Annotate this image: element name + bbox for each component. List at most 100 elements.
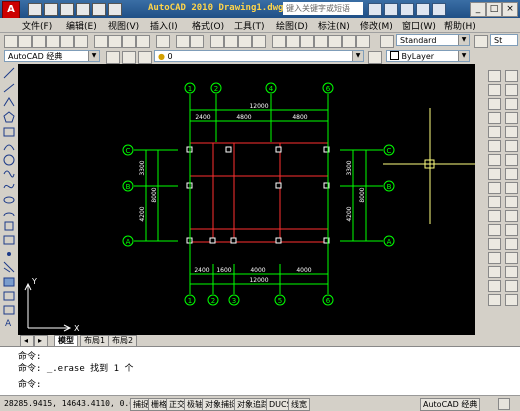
menu-tools[interactable]: 工具(T) bbox=[234, 19, 265, 32]
draw-order-icon[interactable] bbox=[505, 70, 518, 82]
layer-select[interactable]: ● 0 ▼ bbox=[154, 50, 364, 62]
snap-tangent-icon[interactable] bbox=[505, 154, 518, 166]
break-at-point-icon[interactable] bbox=[488, 224, 501, 236]
showmotion-icon[interactable] bbox=[505, 294, 518, 306]
close-icon[interactable]: × bbox=[502, 2, 518, 17]
snap-quadrant-icon[interactable] bbox=[505, 140, 518, 152]
preview-icon[interactable] bbox=[60, 35, 74, 48]
menu-insert[interactable]: 插入(I) bbox=[150, 19, 178, 32]
trim-icon[interactable] bbox=[488, 196, 501, 208]
sheet-set-icon[interactable] bbox=[314, 35, 328, 48]
zoom-previous-icon[interactable] bbox=[252, 35, 266, 48]
command-input[interactable]: 命令: bbox=[18, 377, 41, 390]
command-window[interactable]: 命令: 命令: _.erase 找到 1 个 命令: bbox=[0, 346, 520, 395]
layer-properties-icon[interactable] bbox=[122, 51, 136, 64]
communication-icon[interactable] bbox=[400, 3, 414, 16]
copy-object-icon[interactable] bbox=[488, 84, 501, 96]
menu-help[interactable]: 帮助(H) bbox=[444, 19, 476, 32]
workspace-select[interactable]: AutoCAD 经典 ▼ bbox=[4, 50, 100, 62]
paste-icon[interactable] bbox=[122, 35, 136, 48]
snap-midpoint-icon[interactable] bbox=[505, 98, 518, 110]
subscription-icon[interactable] bbox=[384, 3, 398, 16]
layer-state-icon[interactable] bbox=[138, 51, 152, 64]
menu-dimension[interactable]: 标注(N) bbox=[318, 19, 350, 32]
rotate-icon[interactable] bbox=[488, 154, 501, 166]
mirror-icon[interactable] bbox=[488, 98, 501, 110]
text-style-icon[interactable] bbox=[380, 35, 394, 48]
pan-realtime-icon[interactable] bbox=[505, 266, 518, 278]
explode-icon[interactable] bbox=[488, 294, 501, 306]
drawing-area[interactable]: 1 2 4 6 1 2 3 5 6 C B A C B A 12000 2400… bbox=[18, 64, 475, 345]
redo-toolbar-icon[interactable] bbox=[190, 35, 204, 48]
qnew-icon[interactable] bbox=[4, 35, 18, 48]
zoom-extents-icon[interactable] bbox=[505, 252, 518, 264]
markup-icon[interactable] bbox=[328, 35, 342, 48]
save-icon[interactable] bbox=[60, 3, 74, 16]
publish-icon[interactable] bbox=[74, 35, 88, 48]
snap-nearest-icon[interactable] bbox=[505, 196, 518, 208]
favorites-icon[interactable] bbox=[416, 3, 430, 16]
copy-icon[interactable] bbox=[108, 35, 122, 48]
menu-view[interactable]: 视图(V) bbox=[108, 19, 139, 32]
text-style-select[interactable]: Standard ▼ bbox=[396, 34, 470, 46]
snap-parallel-icon[interactable] bbox=[505, 182, 518, 194]
tool-palettes-icon[interactable] bbox=[300, 35, 314, 48]
block-editor-icon[interactable] bbox=[156, 35, 170, 48]
move-icon[interactable] bbox=[488, 140, 501, 152]
drawing-svg[interactable]: 1 2 4 6 1 2 3 5 6 C B A C B A 12000 2400… bbox=[18, 64, 475, 345]
properties-icon[interactable] bbox=[272, 35, 286, 48]
dim-style-select[interactable]: St bbox=[490, 34, 518, 46]
chamfer-icon[interactable] bbox=[488, 266, 501, 278]
stretch-icon[interactable] bbox=[488, 182, 501, 194]
clean-screen-icon[interactable] bbox=[498, 398, 510, 410]
snap-perpendicular-icon[interactable] bbox=[505, 168, 518, 180]
design-center-icon[interactable] bbox=[286, 35, 300, 48]
help-toolbar-icon[interactable] bbox=[356, 35, 370, 48]
osnap-settings-icon[interactable] bbox=[505, 224, 518, 236]
cut-icon[interactable] bbox=[94, 35, 108, 48]
open-file-icon[interactable] bbox=[18, 35, 32, 48]
print-icon[interactable] bbox=[46, 35, 60, 48]
snap-none-icon[interactable] bbox=[505, 210, 518, 222]
match-properties-icon[interactable] bbox=[136, 35, 150, 48]
extend-icon[interactable] bbox=[488, 210, 501, 222]
menu-edit[interactable]: 编辑(E) bbox=[66, 19, 97, 32]
plot-icon[interactable] bbox=[108, 3, 122, 16]
new-icon[interactable] bbox=[28, 3, 42, 16]
search-icon[interactable] bbox=[368, 3, 382, 16]
snap-center-icon[interactable] bbox=[505, 126, 518, 138]
maximize-icon[interactable]: □ bbox=[486, 2, 502, 17]
workspace-switch[interactable]: AutoCAD 经典 bbox=[420, 398, 481, 411]
workspace-settings-icon[interactable] bbox=[106, 51, 120, 64]
autocad-logo-icon[interactable]: A bbox=[2, 1, 20, 19]
menu-window[interactable]: 窗口(W) bbox=[402, 19, 436, 32]
erase-icon[interactable] bbox=[488, 70, 501, 82]
menu-file[interactable]: 文件(F) bbox=[22, 19, 52, 32]
color-select[interactable]: ByLayer ▼ bbox=[386, 50, 470, 62]
menu-format[interactable]: 格式(O) bbox=[192, 19, 224, 32]
menu-draw[interactable]: 绘图(D) bbox=[276, 19, 308, 32]
fillet-icon[interactable] bbox=[488, 280, 501, 292]
steering-wheel-icon[interactable] bbox=[505, 280, 518, 292]
3d-orbit-icon[interactable] bbox=[505, 238, 518, 250]
make-current-icon[interactable] bbox=[368, 51, 382, 64]
scale-icon[interactable] bbox=[488, 168, 501, 180]
dim-style-icon[interactable] bbox=[474, 35, 488, 48]
lineweight-toggle[interactable]: 线宽 bbox=[288, 398, 310, 411]
save-file-icon[interactable] bbox=[32, 35, 46, 48]
pan-icon[interactable] bbox=[210, 35, 224, 48]
zoom-realtime-icon[interactable] bbox=[224, 35, 238, 48]
offset-icon[interactable] bbox=[488, 112, 501, 124]
search-input[interactable]: 键入关键字或短语 bbox=[283, 2, 363, 15]
undo-icon[interactable] bbox=[76, 3, 90, 16]
redo-icon[interactable] bbox=[92, 3, 106, 16]
help-icon[interactable] bbox=[432, 3, 446, 16]
zoom-window-icon[interactable] bbox=[238, 35, 252, 48]
array-icon[interactable] bbox=[488, 126, 501, 138]
join-icon[interactable] bbox=[488, 252, 501, 264]
undo-toolbar-icon[interactable] bbox=[176, 35, 190, 48]
minimize-icon[interactable]: _ bbox=[470, 2, 486, 17]
snap-intersection-icon[interactable] bbox=[505, 112, 518, 124]
quickcalc-icon[interactable] bbox=[342, 35, 356, 48]
snap-endpoint-icon[interactable] bbox=[505, 84, 518, 96]
